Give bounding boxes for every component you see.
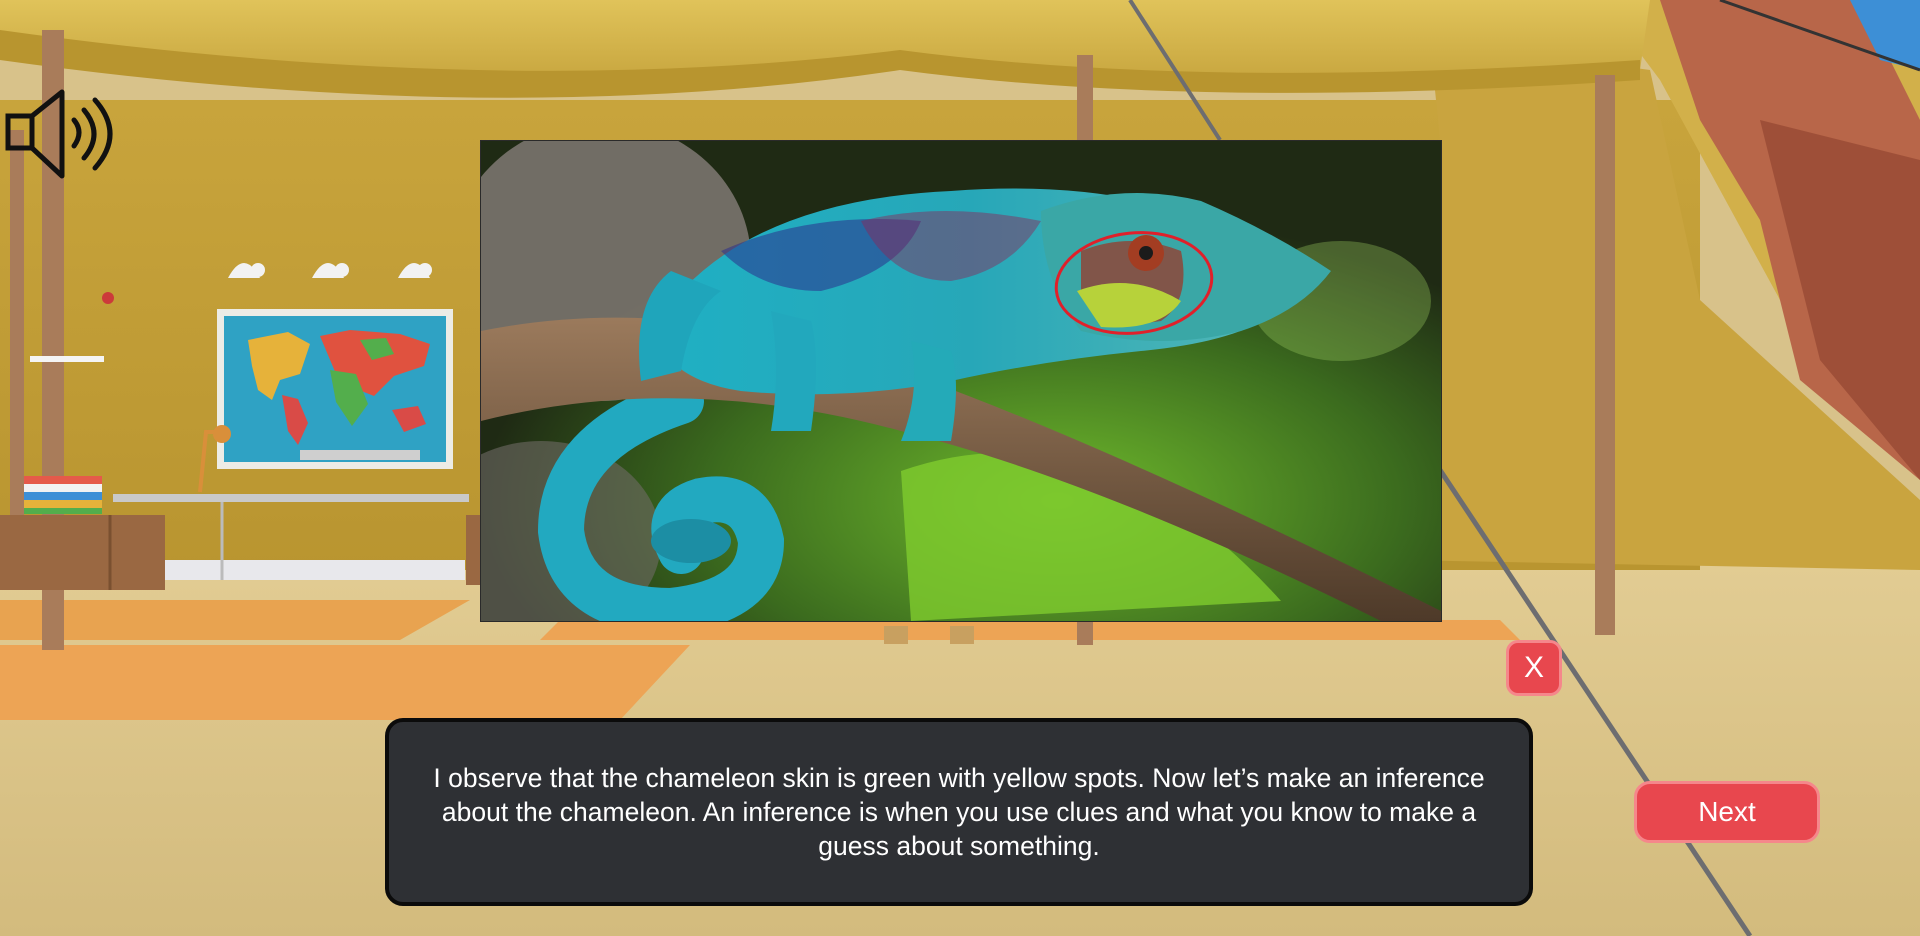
sound-toggle-button[interactable] <box>4 86 114 182</box>
narration-dialog: I observe that the chameleon skin is gre… <box>385 718 1533 906</box>
chameleon-photo <box>480 140 1442 622</box>
speaker-icon <box>5 89 113 179</box>
next-button[interactable]: Next <box>1634 781 1820 843</box>
narration-text: I observe that the chameleon skin is gre… <box>433 763 1485 861</box>
chameleon-illustration <box>481 141 1441 621</box>
close-button[interactable]: X <box>1506 640 1562 696</box>
